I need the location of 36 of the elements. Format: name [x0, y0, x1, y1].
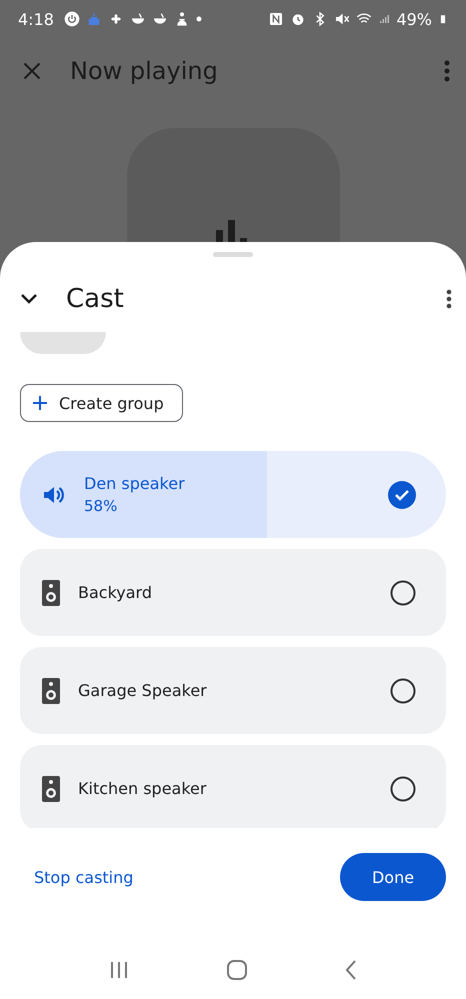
speaker-icon	[42, 580, 60, 606]
device-row[interactable]: Den speaker 58%	[20, 451, 446, 538]
close-button[interactable]	[22, 61, 42, 81]
nfc-icon	[268, 11, 284, 27]
selected-check-icon[interactable]	[388, 480, 416, 508]
device-name: Garage Speaker	[78, 681, 208, 700]
radio-button[interactable]	[390, 580, 416, 606]
device-name: Kitchen speaker	[78, 779, 208, 798]
recent-apps-icon[interactable]	[109, 961, 129, 979]
create-group-button[interactable]: Create group	[20, 384, 183, 422]
collapse-button[interactable]	[20, 293, 38, 305]
mute-icon	[334, 11, 350, 27]
device-row[interactable]: Garage Speaker	[20, 647, 446, 734]
status-time: 4:18	[18, 10, 54, 28]
more-options-button[interactable]	[446, 289, 452, 309]
radio-button[interactable]	[390, 776, 416, 802]
speaker-icon	[42, 678, 60, 704]
power-icon	[64, 11, 80, 27]
stop-casting-button[interactable]: Stop casting	[34, 868, 134, 886]
device-name: Backyard	[78, 583, 153, 602]
radio-button[interactable]	[390, 678, 416, 704]
device-row[interactable]: Backyard	[20, 549, 446, 636]
dot-icon	[196, 16, 202, 22]
drag-handle[interactable]	[213, 252, 253, 257]
done-button[interactable]: Done	[340, 853, 446, 901]
volume-reading: 58%	[84, 497, 118, 515]
speaker-icon	[42, 776, 60, 802]
battery-level: 49%	[396, 10, 432, 28]
home-icon[interactable]	[227, 960, 247, 980]
screen-title: Now playing	[70, 57, 219, 85]
back-icon[interactable]	[345, 960, 357, 980]
device-row[interactable]: Kitchen speaker	[20, 745, 446, 828]
plus-icon	[33, 396, 47, 410]
device-name: Den speaker	[84, 474, 186, 493]
sheet-title: Cast	[66, 284, 125, 314]
cake-icon	[86, 11, 102, 27]
